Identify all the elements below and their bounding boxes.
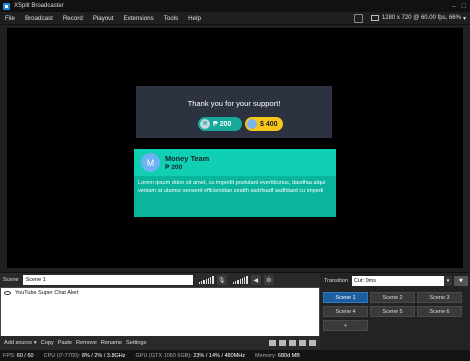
money-value: $ 400 [260, 120, 278, 128]
chevron-down-icon: ▾ [443, 275, 452, 286]
menu-help[interactable]: Help [183, 15, 206, 22]
grid-icon[interactable] [279, 340, 286, 346]
source-label: YouTube Super Chat Alert [15, 290, 79, 296]
alert-amount: ₱ 200 [165, 164, 183, 171]
preview-area: Thank you for your support! W ₱ 200 $ 40… [0, 25, 470, 272]
chevron-down-icon: ▾ [462, 15, 466, 22]
status-bar: FPS: 60 / 60 CPU (i7-7700): 8% / 2% / 3.… [0, 350, 470, 361]
scene-name-input[interactable] [22, 275, 193, 285]
cpu-value: 8% / 2% / 3.8GHz [81, 352, 126, 359]
menu-bar: File Broadcast Record Playout Extensions… [0, 12, 470, 25]
paste-button[interactable]: Paste [58, 340, 72, 346]
record-toggle-icon[interactable] [353, 13, 363, 23]
add-scene-button[interactable]: + [323, 320, 368, 331]
move-up-icon[interactable] [299, 340, 306, 346]
scene-grid: Scene 1 Scene 2 Scene 3 Scene 4 Scene 5 … [323, 292, 469, 331]
memory-stat: Memory: 680d MB [255, 353, 300, 359]
scenes-panel: Transition Cut: 0ms ▾ ★ Scene 1 Scene 2 … [320, 272, 470, 350]
eye-icon[interactable] [4, 291, 11, 295]
move-down-icon[interactable] [309, 340, 316, 346]
money-pill: $ 400 [245, 117, 283, 131]
layout-icon[interactable] [289, 340, 296, 346]
rename-button[interactable]: Rename [101, 340, 122, 346]
fps-label: FPS: [3, 352, 16, 359]
xsplit-logo-icon [3, 2, 10, 10]
points-coin-icon: W [200, 119, 210, 129]
menu-playout[interactable]: Playout [88, 15, 119, 22]
gpu-label: GPU (GTX 1060 6GB): [135, 352, 192, 359]
points-pill: W ₱ 200 [198, 117, 242, 131]
scene-button-2[interactable]: Scene 2 [370, 292, 415, 303]
speaker-icon[interactable]: ◀ [250, 275, 261, 285]
menu-record[interactable]: Record [58, 15, 88, 22]
alert-name: Money Team [165, 154, 210, 163]
menu-broadcast[interactable]: Broadcast [20, 15, 58, 22]
lock-icon[interactable] [269, 340, 276, 346]
stage-canvas[interactable]: Thank you for your support! W ₱ 200 $ 40… [7, 28, 463, 268]
add-source-button[interactable]: Add source ▾ [4, 340, 37, 346]
points-value: ₱ 200 [213, 120, 232, 128]
gpu-stat: GPU (GTX 1060 6GB): 23% / 14% / 480MHz [136, 353, 245, 359]
gpu-value: 23% / 14% / 480MHz [193, 352, 245, 359]
transition-select[interactable]: Cut: 0ms ▾ [351, 275, 452, 286]
speaker-volume-meter[interactable] [198, 276, 214, 284]
scene-label: Scene [3, 277, 19, 283]
scene-button-5[interactable]: Scene 5 [370, 306, 415, 317]
microphone-icon[interactable]: 🎙 [216, 275, 227, 285]
mic-volume-meter[interactable] [232, 276, 248, 284]
cpu-label: CPU (i7-7700): [43, 352, 81, 359]
copy-button[interactable]: Copy [41, 340, 54, 346]
memory-value: 680d MB [277, 352, 300, 359]
title-bar: XSplit Broadcaster – □ [0, 0, 470, 12]
source-toolbar: Add source ▾ Copy Paste Remove Rename Se… [0, 336, 320, 350]
scene-bar: Scene 🎙 ◀ ⚙ [0, 272, 320, 287]
transition-row: Transition Cut: 0ms ▾ ★ [320, 273, 470, 288]
list-item[interactable]: YouTube Super Chat Alert [1, 288, 319, 298]
scene-button-1[interactable]: Scene 1 [323, 292, 368, 303]
scene-button-3[interactable]: Scene 3 [417, 292, 462, 303]
star-icon[interactable]: ★ [453, 275, 468, 286]
money-coin-icon [247, 119, 257, 129]
remove-button[interactable]: Remove [76, 340, 97, 346]
window-title: XSplit Broadcaster [14, 3, 64, 9]
avatar: M [141, 153, 160, 172]
window-controls: – □ [452, 3, 466, 10]
fps-stat: FPS: 60 / 60 [3, 353, 34, 359]
super-chat-alert: M Money Team ₱ 200 Lorem ipsum dolor sit… [134, 149, 336, 217]
memory-label: Memory: [254, 352, 277, 359]
scene-button-4[interactable]: Scene 4 [323, 306, 368, 317]
gear-icon[interactable]: ⚙ [263, 275, 274, 285]
transition-value: Cut: 0ms [353, 277, 376, 284]
menu-extensions[interactable]: Extensions [118, 15, 158, 22]
monitor-icon [370, 15, 379, 21]
transition-label: Transition [324, 277, 348, 284]
cpu-stat: CPU (i7-7700): 8% / 2% / 3.8GHz [44, 353, 126, 359]
source-toolbar-icons [269, 340, 316, 346]
resolution-selector[interactable]: 1280 x 720 @ 60.00 fps, 66% ▾ [370, 15, 466, 22]
thanks-title: Thank you for your support! [187, 99, 281, 108]
maximize-icon[interactable]: □ [462, 3, 466, 10]
alert-header: M Money Team ₱ 200 [134, 149, 336, 176]
settings-button[interactable]: Settings [126, 340, 146, 346]
fps-value: 60 / 60 [16, 352, 34, 359]
thanks-card: Thank you for your support! W ₱ 200 $ 40… [136, 86, 332, 138]
scene-button-6[interactable]: Scene 6 [417, 306, 462, 317]
minimize-icon[interactable]: – [452, 3, 456, 10]
resolution-label: 1280 x 720 @ 60.00 fps, 66% [381, 15, 461, 21]
menu-file[interactable]: File [0, 15, 20, 22]
menu-right-group: 1280 x 720 @ 60.00 fps, 66% ▾ [353, 13, 470, 23]
alert-message: Lorem ipsum dolor sit amet, cu impedit p… [138, 180, 326, 194]
menu-tools[interactable]: Tools [159, 15, 183, 22]
